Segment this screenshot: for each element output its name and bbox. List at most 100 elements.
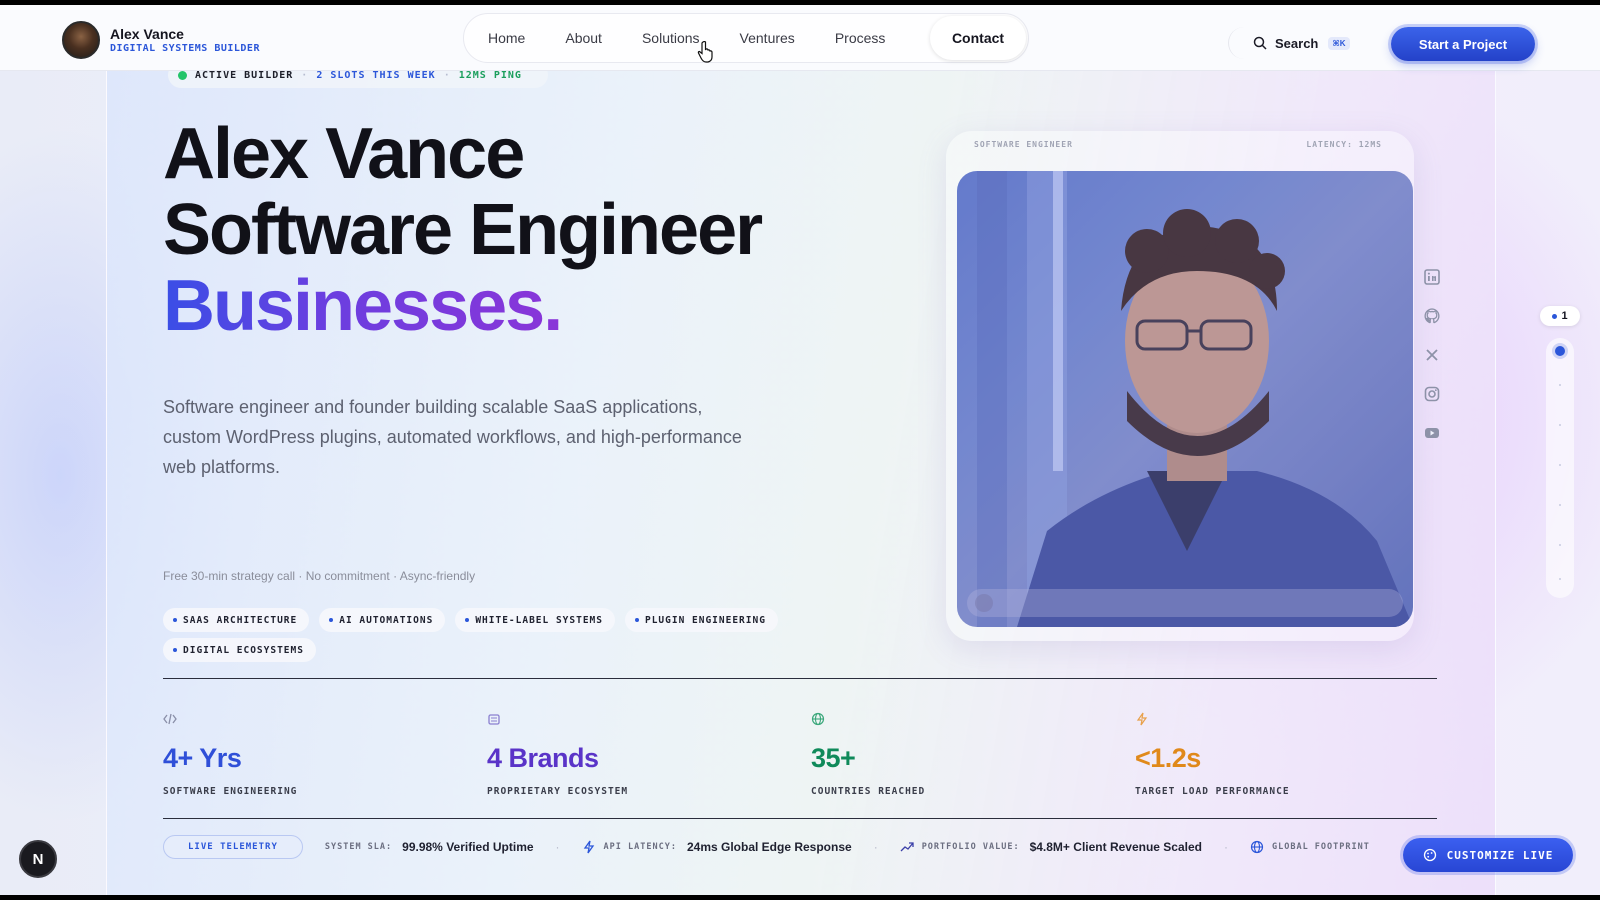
- portrait-photo: [957, 171, 1413, 627]
- tag-dot: [634, 618, 639, 622]
- tag-dot: [329, 618, 334, 622]
- hero-description: Software engineer and founder building s…: [163, 397, 742, 477]
- stat-label: TARGET LOAD PERFORMANCE: [1135, 786, 1290, 797]
- search-label: Search: [1275, 35, 1319, 51]
- telemetry-value: $4.8M+ Client Revenue Scaled: [1029, 840, 1202, 854]
- indicator-dot: [1552, 313, 1558, 319]
- telemetry-separator: ·: [555, 840, 560, 854]
- bolt-icon: [1136, 712, 1148, 726]
- scroll-tick[interactable]: [1559, 464, 1561, 466]
- divider-top: [163, 678, 1437, 679]
- x-icon[interactable]: [1423, 346, 1441, 364]
- telemetry-separator: ·: [873, 840, 878, 854]
- telemetry-value: 24ms Global Edge Response: [686, 840, 852, 854]
- bolt-icon: [583, 840, 594, 854]
- palette-icon: [1423, 848, 1436, 862]
- stat-label: SOFTWARE ENGINEERING: [163, 786, 298, 797]
- caption-avatar: [975, 594, 993, 612]
- trending-up-icon: [900, 842, 914, 852]
- nav-links: Home About Solutions Ventures Process Co…: [463, 13, 1029, 63]
- customize-live-button[interactable]: CUSTOMIZE LIVE: [1403, 838, 1573, 872]
- brand-subtitle: DIGITAL SYSTEMS BUILDER: [110, 43, 260, 54]
- portrait-label: SOFTWARE ENGINEER: [974, 140, 1073, 149]
- tag-chip[interactable]: SAAS ARCHITECTURE: [163, 608, 310, 632]
- search-shortcut: ⌘K: [1328, 36, 1350, 50]
- scroll-tick[interactable]: [1559, 544, 1561, 546]
- stat-value: 4+ Yrs: [163, 743, 242, 773]
- latency-label: LATENCY: 12MS: [1306, 140, 1382, 149]
- stat-value: 4 Brands: [487, 743, 599, 773]
- tag-label: WHITE-LABEL SYSTEMS: [475, 614, 603, 626]
- start-project-button[interactable]: Start a Project: [1391, 27, 1535, 61]
- hero-title-line-1: Alex Vance: [163, 114, 525, 194]
- tag-label: DIGITAL ECOSYSTEMS: [183, 644, 304, 656]
- telemetry-key: API LATENCY:: [603, 842, 677, 852]
- search-button[interactable]: Search ⌘K: [1228, 27, 1352, 59]
- stat-label: PROPRIETARY ECOSYSTEM: [487, 786, 629, 797]
- hero-title-line-2: Software Engineer: [163, 190, 763, 270]
- linkedin-icon[interactable]: [1423, 268, 1441, 286]
- search-icon: [1253, 36, 1267, 50]
- nav-ventures[interactable]: Ventures: [740, 30, 795, 46]
- dev-tools-badge[interactable]: N: [19, 840, 57, 878]
- status-ping: 12MS PING: [458, 69, 522, 81]
- tag-chip[interactable]: PLUGIN ENGINEERING: [624, 608, 778, 632]
- hero-title-line-3: Businesses.: [163, 266, 563, 346]
- instagram-icon[interactable]: [1423, 385, 1441, 403]
- scroll-tick[interactable]: [1559, 424, 1561, 426]
- page: ACTIVE BUILDER · 2 SLOTS THIS WEEK · 12M…: [0, 5, 1600, 895]
- customize-label: CUSTOMIZE LIVE: [1446, 848, 1554, 862]
- live-telemetry-pill: LIVE TELEMETRY: [163, 835, 303, 859]
- status-dot: [178, 70, 187, 80]
- portrait-illustration: [957, 171, 1413, 627]
- tag-chip[interactable]: AI AUTOMATIONS: [319, 608, 446, 632]
- stat-experience: 4+ Yrs SOFTWARE ENGINEERING: [163, 712, 463, 797]
- telemetry-bar: LIVE TELEMETRY SYSTEM SLA: 99.98% Verifi…: [163, 834, 1403, 860]
- section-scroll-track[interactable]: [1546, 338, 1574, 598]
- stat-brands: 4 Brands PROPRIETARY ECOSYSTEM: [487, 712, 787, 797]
- stat-value: <1.2s: [1135, 743, 1201, 773]
- tag-label: SAAS ARCHITECTURE: [183, 614, 298, 626]
- nav-contact[interactable]: Contact: [930, 16, 1026, 60]
- photo-caption-bar: [967, 589, 1403, 617]
- brand[interactable]: Alex Vance DIGITAL SYSTEMS BUILDER: [62, 21, 260, 59]
- tag-chip[interactable]: DIGITAL ECOSYSTEMS: [163, 638, 316, 662]
- top-nav: Alex Vance DIGITAL SYSTEMS BUILDER Home …: [0, 5, 1600, 71]
- scroll-tick[interactable]: [1559, 578, 1561, 580]
- globe-icon: [1250, 840, 1264, 854]
- scroll-tick[interactable]: [1559, 384, 1561, 386]
- portrait-card: SOFTWARE ENGINEER LATENCY: 12MS: [946, 131, 1414, 641]
- github-icon[interactable]: [1423, 307, 1441, 325]
- divider-bottom: [163, 818, 1437, 819]
- status-state: ACTIVE BUILDER: [195, 69, 294, 81]
- tag-list: SAAS ARCHITECTURE AI AUTOMATIONS WHITE-L…: [163, 608, 813, 668]
- globe-icon: [811, 712, 825, 726]
- status-separator: ·: [443, 69, 451, 81]
- telemetry-item-sla: SYSTEM SLA: 99.98% Verified Uptime: [325, 840, 534, 854]
- hero-fine-print: Free 30-min strategy call · No commitmen…: [163, 569, 476, 583]
- building-icon: [488, 714, 500, 725]
- scroll-active-dot[interactable]: [1555, 346, 1565, 356]
- brand-text: Alex Vance DIGITAL SYSTEMS BUILDER: [110, 26, 260, 54]
- scroll-tick[interactable]: [1559, 504, 1561, 506]
- youtube-icon[interactable]: [1423, 424, 1441, 442]
- stat-value: 35+: [811, 743, 856, 773]
- tag-label: AI AUTOMATIONS: [339, 614, 434, 626]
- nav-process[interactable]: Process: [835, 30, 886, 46]
- telemetry-item-latency: API LATENCY: 24ms Global Edge Response: [582, 840, 852, 854]
- nav-solutions[interactable]: Solutions: [642, 30, 700, 46]
- telemetry-separator: ·: [1223, 840, 1228, 854]
- stat-countries: 35+ COUNTRIES REACHED: [811, 712, 1111, 797]
- stat-label: COUNTRIES REACHED: [811, 786, 926, 797]
- pointer-cursor-icon: [697, 41, 713, 63]
- tag-chip[interactable]: WHITE-LABEL SYSTEMS: [455, 608, 615, 632]
- telemetry-key: SYSTEM SLA:: [324, 842, 393, 852]
- tag-dot: [173, 618, 177, 622]
- telemetry-item-portfolio: PORTFOLIO VALUE: $4.8M+ Client Revenue S…: [900, 840, 1202, 854]
- telemetry-key: PORTFOLIO VALUE:: [921, 842, 1020, 852]
- telemetry-key: GLOBAL FOOTPRINT: [1271, 842, 1370, 852]
- telemetry-item-footprint: GLOBAL FOOTPRINT: [1250, 840, 1380, 854]
- nav-home[interactable]: Home: [488, 30, 525, 46]
- brand-name: Alex Vance: [110, 26, 184, 42]
- nav-about[interactable]: About: [565, 30, 602, 46]
